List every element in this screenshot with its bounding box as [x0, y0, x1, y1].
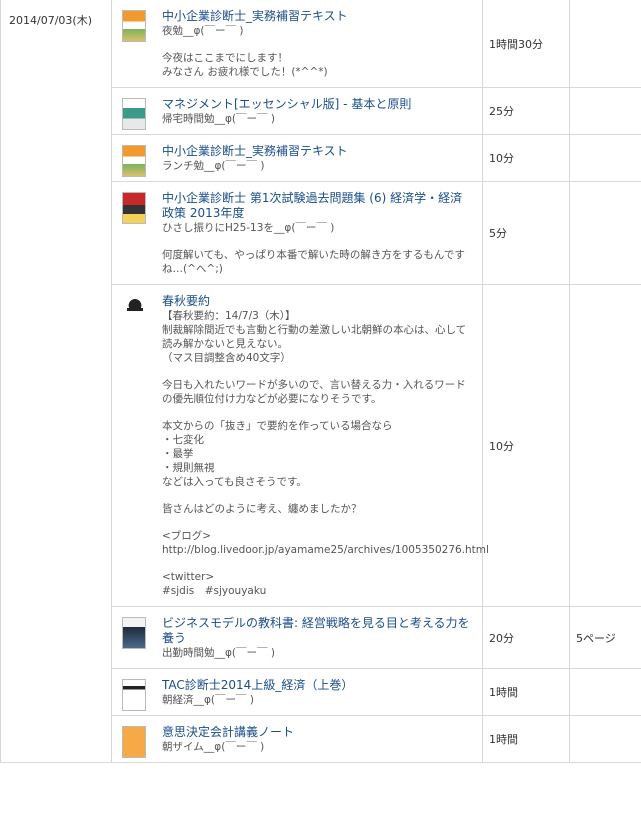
book-cover-image[interactable] [122, 145, 146, 177]
book-cell: 中小企業診断士_実務補習テキスト 夜勉__φ(￣ー￣ ) 今夜はここまでにします… [111, 0, 483, 88]
book-cover-image[interactable] [122, 98, 146, 130]
entry-subtitle: 出勤時間勉__φ(￣ー￣ ) [162, 647, 275, 659]
entry-comment: 今日も入れたいワードが多いので、言い替える力・入れるワードの優先順位付け力などが… [162, 379, 466, 405]
entry-comments: 何度解いても、やっぱり本番で解いた時の解き方をするもんですね…(^へ^;) [162, 248, 474, 276]
entry-subtitle: 夜勉__φ(￣ー￣ ) [162, 25, 244, 37]
book-cover-image[interactable] [122, 617, 146, 649]
entry-subtitle: ひさし振りにH25-13を__φ(￣ー￣ ) [162, 222, 335, 234]
book-cell: TAC診断士2014上級_経済（上巻） 朝経済__φ(￣ー￣ ) [111, 668, 483, 716]
book-cover-image[interactable] [122, 192, 146, 224]
study-pages [569, 87, 641, 135]
book-cell: 春秋要約 【春秋要約：14/7/3（木）】 制裁解除間近でも言動と行動の差激しい… [111, 284, 489, 607]
entry-subtitle: 【春秋要約：14/7/3（木）】 [162, 310, 296, 322]
book-title-link[interactable]: 中小企業診断士 第1次試験過去問題集 (6) 経済学・経済政策 2013年度 [162, 191, 474, 221]
book-cover-image[interactable] [122, 10, 146, 42]
study-pages [569, 181, 641, 285]
study-time: 1時間30分 [482, 0, 570, 88]
entry-subtitle: 帰宅時間勉__φ(￣ー￣ ) [162, 113, 275, 125]
entry-subtitle: ランチ勉__φ(￣ー￣ ) [162, 160, 265, 172]
entry-comment: 何度解いても、やっぱり本番で解いた時の解き方をするもんですね…(^へ^;) [162, 249, 465, 275]
study-time: 1時間 [482, 668, 570, 716]
study-time: 5分 [482, 181, 570, 285]
study-log-table: 2014/07/03(木) 中小企業診断士_実務補習テキスト 夜勉__φ(￣ー￣… [0, 0, 641, 763]
book-cell: ビジネスモデルの教科書: 経営戦略を見る目と考える力を養う 出勤時間勉__φ(￣… [111, 606, 483, 669]
study-pages [569, 668, 641, 716]
book-title-link[interactable]: 意思決定会計講義ノート [162, 725, 474, 740]
date-cell: 2014/07/03(木) [0, 0, 112, 763]
entry-comment: 皆さんはどのように考え、纏めましたか？ [162, 503, 362, 515]
book-title-link[interactable]: 春秋要約 [162, 294, 474, 309]
book-title-link[interactable]: 中小企業診断士_実務補習テキスト [162, 144, 474, 159]
entry-comment: 本文からの「抜き」で要約を作っている場合なら ・七変化 ・最挙 ・規則無視 など… [162, 420, 393, 488]
study-pages [569, 134, 641, 182]
book-title-link[interactable]: TAC診断士2014上級_経済（上巻） [162, 678, 474, 693]
study-pages [569, 715, 641, 763]
entry-comment: <twitter> #sjdis #sjyouyaku [162, 571, 267, 597]
book-cover-image[interactable] [122, 679, 146, 711]
book-cover-image[interactable] [122, 726, 146, 758]
study-time: 10分 [482, 134, 570, 182]
book-cell: 中小企業診断士 第1次試験過去問題集 (6) 経済学・経済政策 2013年度 ひ… [111, 181, 483, 285]
study-log-body: 2014/07/03(木) 中小企業診断士_実務補習テキスト 夜勉__φ(￣ー￣… [0, 0, 641, 763]
entry-comments: 制裁解除間近でも言動と行動の差激しい北朝鮮の本心は、心して読み解かないと見えない… [162, 323, 489, 598]
study-pages [569, 0, 641, 88]
entry-subtitle: 朝ザイム__φ(￣ー￣ ) [162, 741, 265, 753]
book-cell: 中小企業診断士_実務補習テキスト ランチ勉__φ(￣ー￣ ) [111, 134, 483, 182]
study-time: 25分 [482, 87, 570, 135]
entry-comment: <ブログ> http://blog.livedoor.jp/ayamame25/… [162, 530, 489, 556]
book-cover-image[interactable] [122, 297, 148, 311]
study-time: 1時間 [482, 715, 570, 763]
book-cell: 意思決定会計講義ノート 朝ザイム__φ(￣ー￣ ) [111, 715, 483, 763]
entry-subtitle: 朝経済__φ(￣ー￣ ) [162, 694, 254, 706]
book-title-link[interactable]: 中小企業診断士_実務補習テキスト [162, 9, 474, 24]
study-pages: 5ページ [569, 606, 641, 669]
entry-comment: 制裁解除間近でも言動と行動の差激しい北朝鮮の本心は、心して読み解かないと見えない… [162, 324, 467, 364]
study-time: 10分 [482, 284, 570, 607]
study-time: 20分 [482, 606, 570, 669]
book-title-link[interactable]: マネジメント[エッセンシャル版] - 基本と原則 [162, 97, 474, 112]
log-row: 2014/07/03(木) 中小企業診断士_実務補習テキスト 夜勉__φ(￣ー￣… [0, 0, 641, 763]
book-title-link[interactable]: ビジネスモデルの教科書: 経営戦略を見る目と考える力を養う [162, 616, 474, 646]
entry-comments: 今夜はここまでにします！ みなさん お疲れ様でした！(*^^*) [162, 51, 474, 79]
entry-comment: 今夜はここまでにします！ みなさん お疲れ様でした！(*^^*) [162, 52, 328, 78]
book-cell: マネジメント[エッセンシャル版] - 基本と原則 帰宅時間勉__φ(￣ー￣ ) [111, 87, 483, 135]
study-pages [569, 284, 641, 607]
